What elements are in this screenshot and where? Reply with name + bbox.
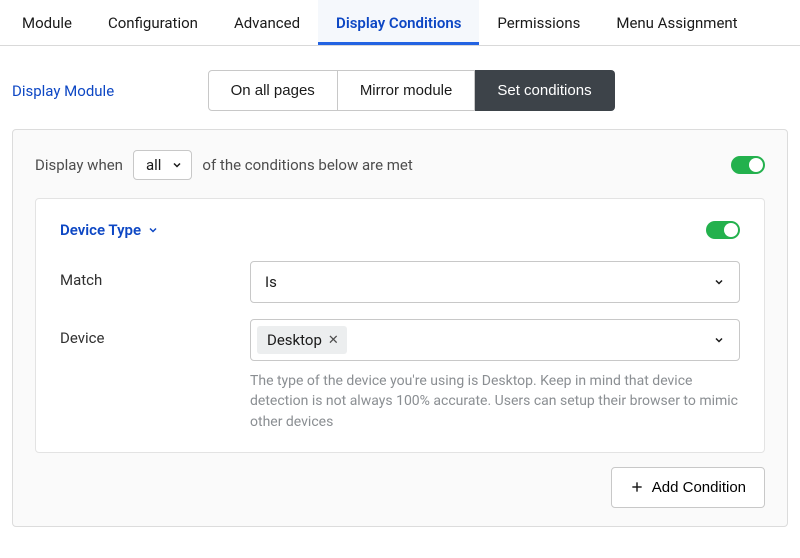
match-select[interactable]: Is	[250, 261, 740, 303]
tab-configuration[interactable]: Configuration	[90, 0, 216, 45]
remove-tag-icon[interactable]: ✕	[328, 333, 339, 348]
tab-module[interactable]: Module	[4, 0, 90, 45]
conditions-enabled-toggle[interactable]	[731, 156, 765, 174]
display-module-label: Display Module	[12, 82, 154, 100]
seg-set-conditions[interactable]: Set conditions	[475, 70, 614, 111]
panel-header: Display when all of the conditions below…	[35, 150, 765, 180]
add-condition-label: Add Condition	[652, 479, 746, 496]
tab-menu-assignment[interactable]: Menu Assignment	[598, 0, 755, 45]
condition-enabled-toggle[interactable]	[706, 221, 740, 239]
device-select[interactable]: Desktop ✕	[250, 319, 740, 361]
device-help-text: The type of the device you're using is D…	[250, 371, 740, 432]
match-select-value: Is	[265, 273, 277, 291]
match-mode-select[interactable]: all	[133, 150, 192, 180]
condition-title-toggle[interactable]: Device Type	[60, 221, 159, 239]
chevron-down-icon	[147, 224, 159, 236]
tab-permissions[interactable]: Permissions	[479, 0, 598, 45]
chevron-down-icon	[713, 276, 725, 288]
device-tag-label: Desktop	[267, 331, 322, 349]
display-when-suffix: of the conditions below are met	[202, 156, 412, 174]
condition-title: Device Type	[60, 221, 141, 239]
condition-card: Device Type Match Is Device Desktop	[35, 198, 765, 453]
plus-icon	[630, 480, 644, 494]
chevron-down-icon	[171, 159, 183, 171]
chevron-down-icon	[713, 334, 725, 346]
device-label: Device	[60, 319, 250, 347]
display-when-prefix: Display when	[35, 156, 123, 174]
seg-mirror-module[interactable]: Mirror module	[338, 70, 476, 111]
match-mode-value: all	[146, 156, 161, 174]
tab-bar: Module Configuration Advanced Display Co…	[0, 0, 800, 46]
display-module-segmented: On all pages Mirror module Set condition…	[208, 70, 615, 111]
device-tag: Desktop ✕	[257, 326, 347, 354]
add-condition-button[interactable]: Add Condition	[611, 467, 765, 508]
conditions-panel: Display when all of the conditions below…	[12, 129, 788, 527]
seg-on-all-pages[interactable]: On all pages	[208, 70, 338, 111]
match-label: Match	[60, 261, 250, 289]
tab-display-conditions[interactable]: Display Conditions	[318, 0, 479, 45]
tab-advanced[interactable]: Advanced	[216, 0, 318, 45]
